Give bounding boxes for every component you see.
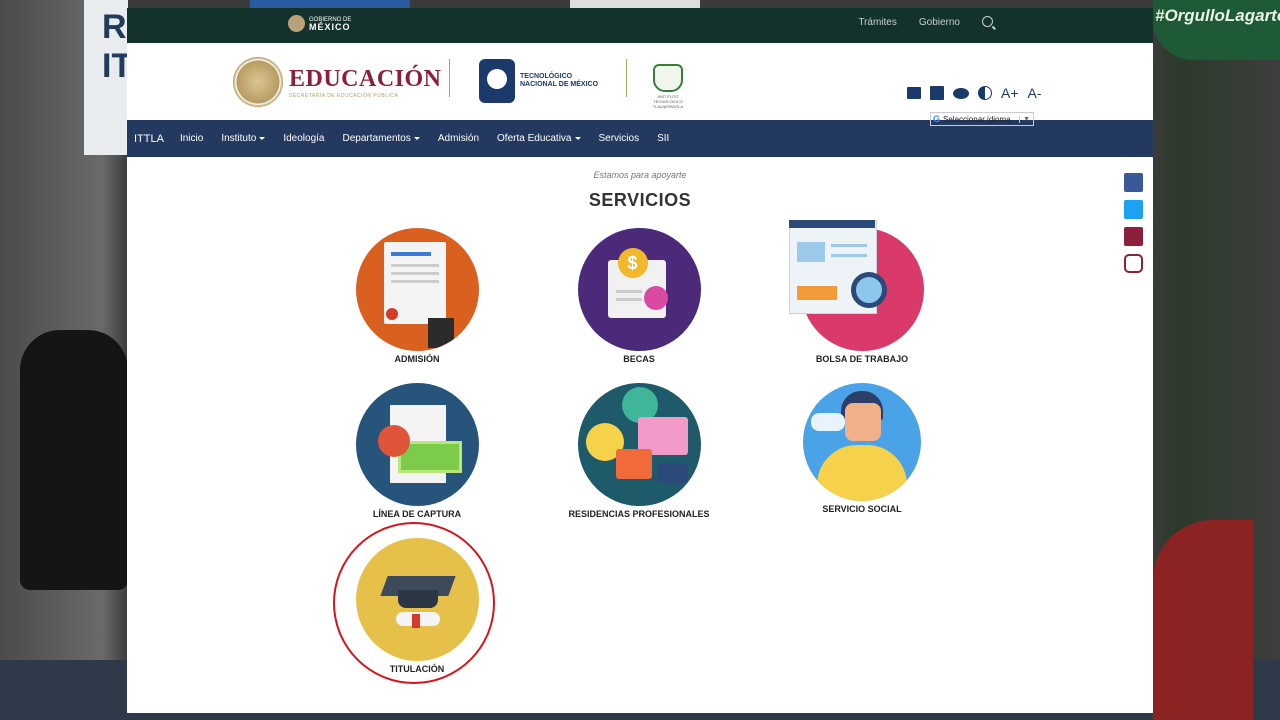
bg-banner-left: R IT bbox=[84, 0, 132, 155]
envelope-icon[interactable] bbox=[907, 87, 921, 99]
search-icon[interactable] bbox=[982, 16, 993, 27]
page-title: SERVICIOS bbox=[588, 190, 692, 210]
nav-item-departamentos[interactable]: Departamentos bbox=[334, 133, 429, 144]
divider bbox=[449, 59, 450, 97]
nav-brand[interactable]: ITTLA bbox=[127, 133, 171, 145]
calendar-icon[interactable] bbox=[930, 86, 944, 100]
service-label: BECAS bbox=[623, 354, 655, 364]
nav-item-oferta[interactable]: Oferta Educativa bbox=[488, 133, 589, 144]
seal-icon bbox=[288, 15, 305, 32]
youtube-icon[interactable] bbox=[1124, 227, 1143, 246]
service-becas[interactable]: $ BECAS bbox=[554, 228, 724, 364]
caret-down-icon bbox=[574, 136, 581, 140]
bg-banner-right: #OrgulloLagarto bbox=[1153, 0, 1280, 60]
service-label: SERVICIO SOCIAL bbox=[822, 504, 902, 514]
font-decrease-button[interactable]: A- bbox=[1028, 85, 1042, 101]
nav-item-servicios[interactable]: Servicios bbox=[590, 133, 649, 144]
tagline: Estamos para apoyarte bbox=[593, 170, 687, 180]
service-residencias[interactable]: RESIDENCIAS PROFESIONALES bbox=[554, 383, 724, 519]
accessibility-tools: A+ A- bbox=[907, 85, 1042, 101]
bg-banner-right-text: #OrgulloLagarto bbox=[1155, 6, 1280, 25]
gov-links: Trámites Gobierno bbox=[858, 16, 993, 28]
shield-icon bbox=[653, 64, 683, 92]
facebook-icon[interactable] bbox=[1124, 173, 1143, 192]
language-select-label: Seleccionar idioma bbox=[943, 114, 1011, 124]
service-admision[interactable]: ADMISIÓN bbox=[332, 228, 502, 364]
language-select[interactable]: G Seleccionar idioma ▼ bbox=[930, 112, 1034, 126]
bg-table bbox=[1153, 520, 1253, 720]
service-bolsa-trabajo[interactable]: BOLSA DE TRABAJO bbox=[777, 220, 947, 364]
idea-icon bbox=[577, 383, 701, 506]
document-icon bbox=[355, 228, 479, 351]
nav-item-instituto[interactable]: Instituto bbox=[212, 133, 274, 144]
service-label: BOLSA DE TRABAJO bbox=[815, 354, 909, 364]
gob-big: MÉXICO bbox=[309, 21, 351, 32]
ittla-text: INSTITUTO TECNOLÓGICO TLALNEPANTLA bbox=[652, 94, 684, 109]
edu-name: EDUCACIÓN bbox=[289, 65, 442, 92]
chevron-down-icon: ▼ bbox=[1019, 115, 1033, 123]
eagle-icon bbox=[233, 57, 283, 107]
twitter-icon[interactable] bbox=[1124, 200, 1143, 219]
tec-line2: NACIONAL DE MÉXICO bbox=[520, 81, 599, 88]
nav-item-sii[interactable]: SII bbox=[648, 133, 678, 144]
service-label: LÍNEA DE CAPTURA bbox=[372, 509, 462, 519]
edu-sub: SECRETARÍA DE EDUCACIÓN PÚBLICA bbox=[289, 92, 399, 99]
nav-item-ideologia[interactable]: Ideología bbox=[274, 133, 333, 144]
nav-item-admision[interactable]: Admisión bbox=[429, 133, 488, 144]
web-page: GOBIERNO DE MÉXICO Trámites Gobierno EDUC… bbox=[127, 8, 1153, 713]
ittla-logo[interactable]: INSTITUTO TECNOLÓGICO TLALNEPANTLA bbox=[648, 64, 688, 109]
divider bbox=[626, 59, 627, 97]
service-servicio-social[interactable]: SERVICIO SOCIAL bbox=[777, 383, 947, 514]
tec-line1: TECNOLÓGICO bbox=[520, 73, 573, 80]
headset-person-icon bbox=[803, 383, 921, 501]
payment-icon bbox=[355, 383, 479, 506]
link-gobierno[interactable]: Gobierno bbox=[919, 17, 960, 28]
bg-chair bbox=[20, 330, 128, 590]
eye-slash-icon[interactable] bbox=[953, 87, 969, 99]
font-increase-button[interactable]: A+ bbox=[1001, 85, 1019, 101]
services-section: Estamos para apoyarte SERVICIOS ADMISIÓN… bbox=[127, 157, 1153, 713]
gear-logo-icon bbox=[479, 59, 515, 103]
instagram-icon[interactable] bbox=[1124, 254, 1143, 273]
nav-item-inicio[interactable]: Inicio bbox=[171, 133, 212, 144]
site-header: EDUCACIÓN SECRETARÍA DE EDUCACIÓN PÚBLIC… bbox=[127, 43, 1153, 126]
tecnm-logo[interactable]: TECNOLÓGICO NACIONAL DE MÉXICO bbox=[479, 59, 598, 103]
caret-down-icon bbox=[413, 136, 420, 140]
scholarship-icon: $ bbox=[577, 228, 701, 351]
gov-bar: GOBIERNO DE MÉXICO Trámites Gobierno bbox=[127, 8, 1153, 43]
highlight-ring bbox=[333, 522, 495, 684]
contrast-icon[interactable] bbox=[978, 86, 992, 100]
gob-mx-logo[interactable]: GOBIERNO DE MÉXICO bbox=[288, 15, 351, 32]
service-label: RESIDENCIAS PROFESIONALES bbox=[568, 509, 710, 519]
google-icon: G bbox=[933, 114, 941, 124]
link-tramites[interactable]: Trámites bbox=[858, 17, 897, 28]
social-sidebar bbox=[1124, 173, 1143, 273]
caret-down-icon bbox=[259, 136, 266, 140]
service-label: ADMISIÓN bbox=[394, 354, 440, 364]
job-search-icon bbox=[788, 220, 924, 351]
service-linea-captura[interactable]: LÍNEA DE CAPTURA bbox=[332, 383, 502, 519]
sep-logo[interactable]: EDUCACIÓN SECRETARÍA DE EDUCACIÓN PÚBLIC… bbox=[233, 57, 442, 107]
